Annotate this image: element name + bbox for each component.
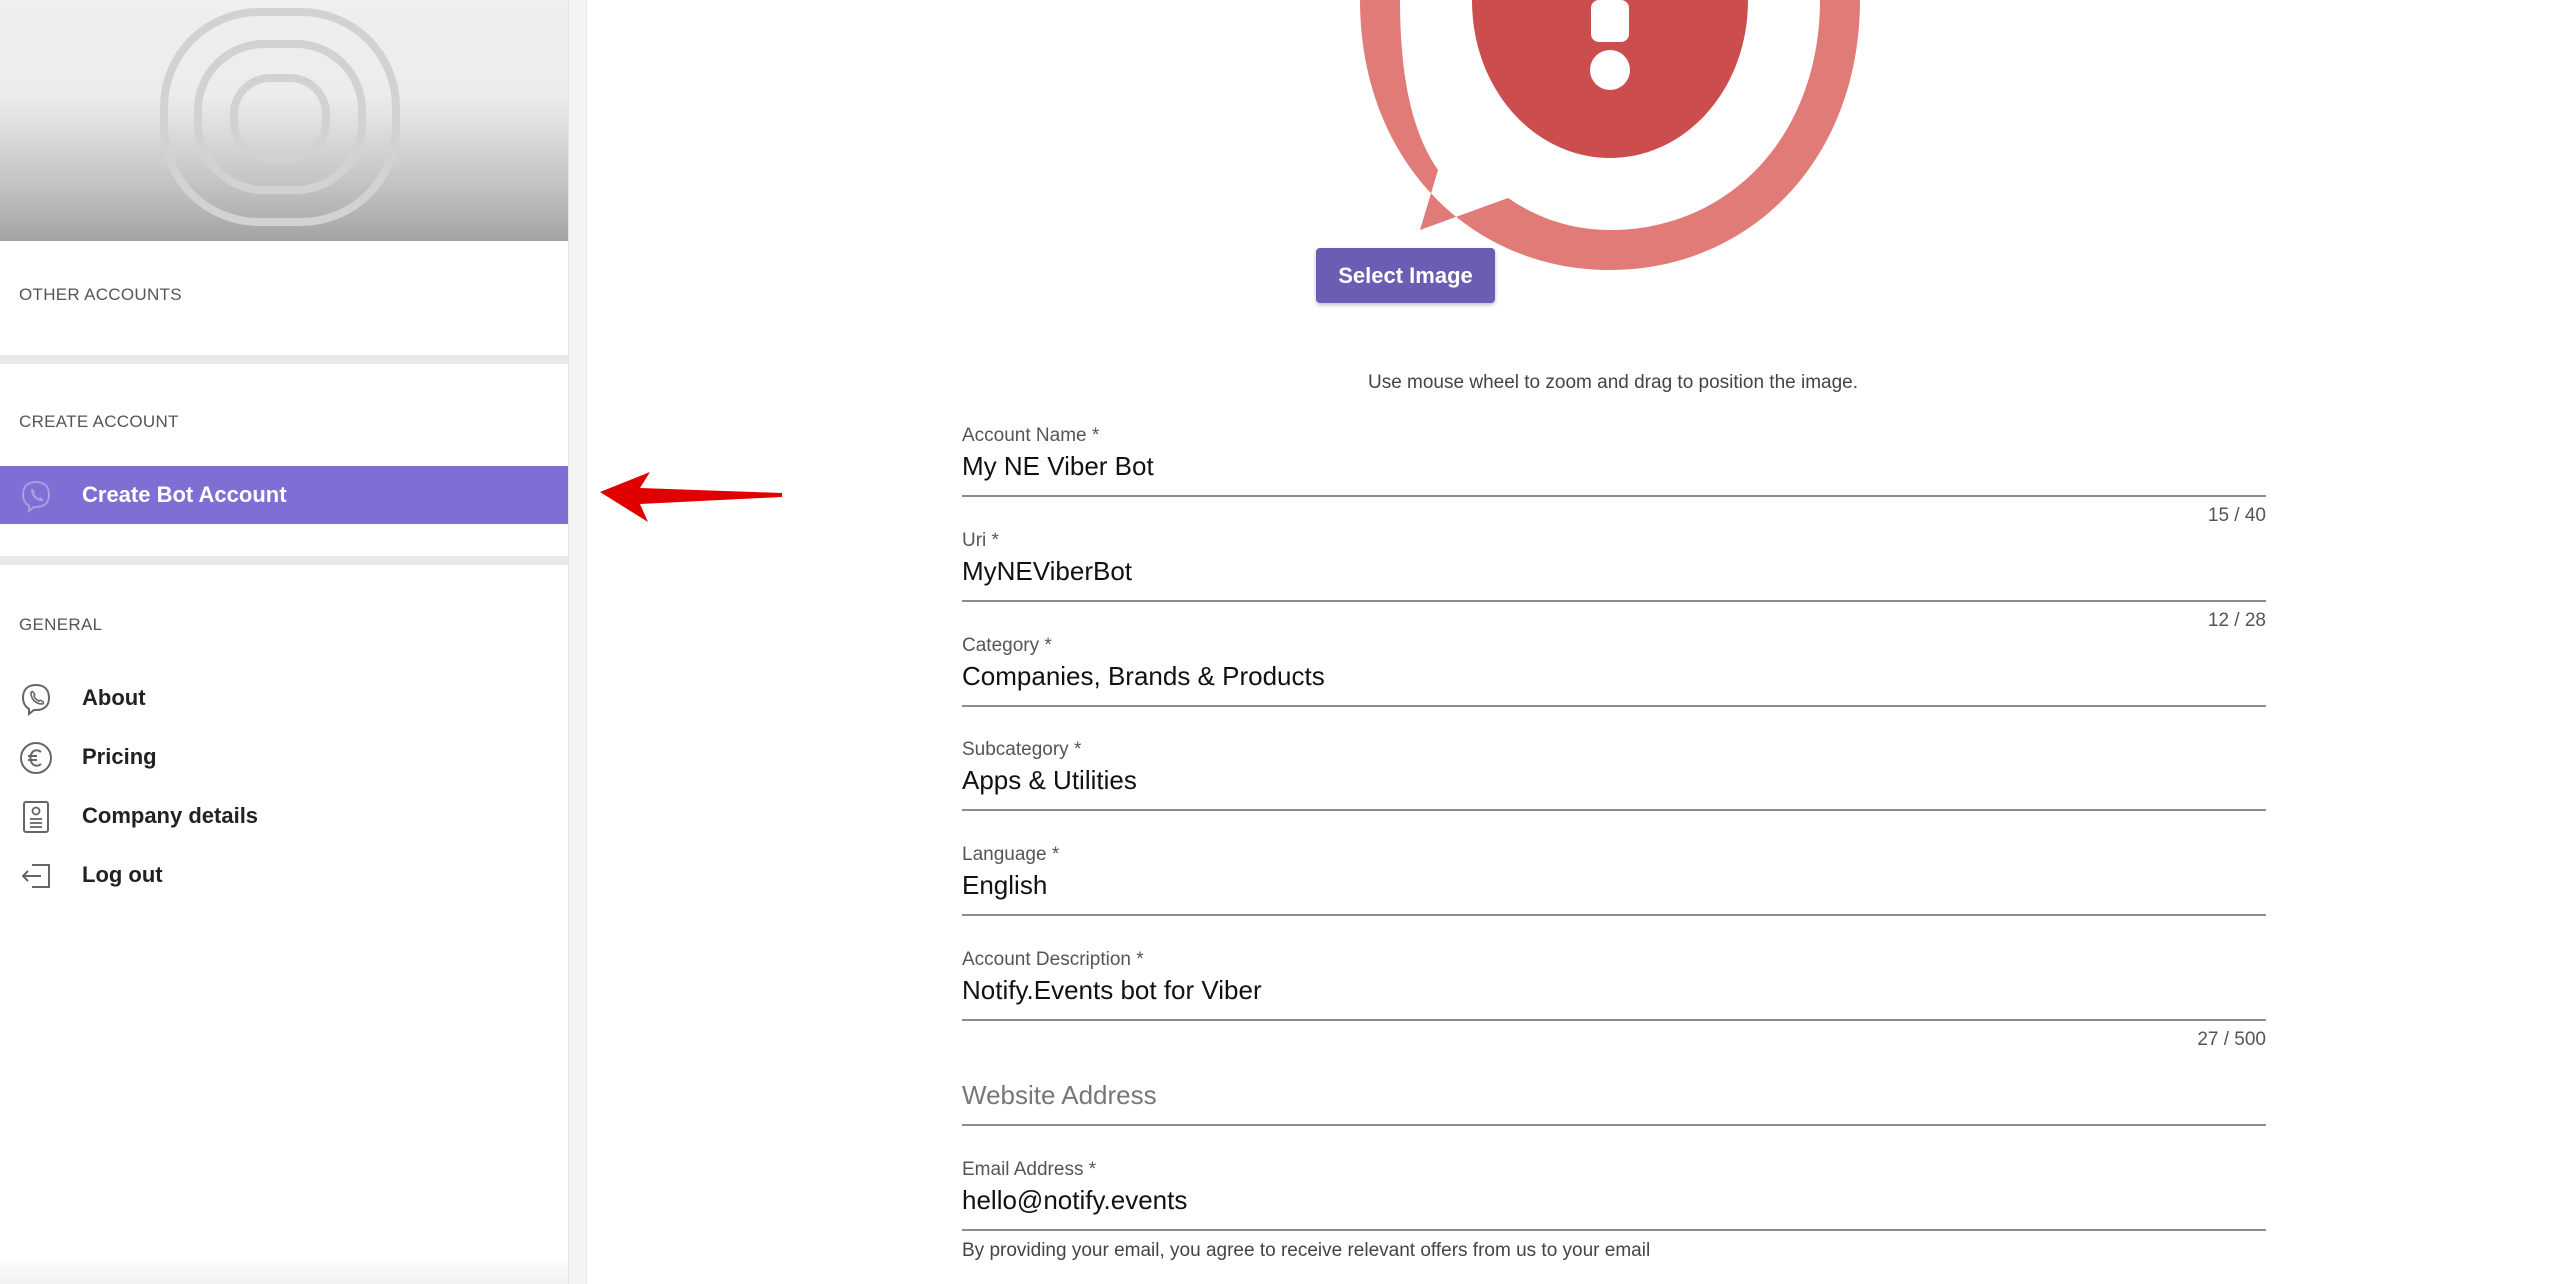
profile-banner [0, 0, 568, 241]
viber-phone-icon [19, 479, 53, 514]
select-image-button[interactable]: Select Image [1316, 248, 1495, 303]
field-underline [962, 1124, 2266, 1126]
category-label: Category * [962, 635, 1052, 656]
account-description-counter: 27 / 500 [2197, 1029, 2266, 1050]
language-label: Language * [962, 844, 1060, 865]
sidebar-item-company-details[interactable]: Company details [0, 787, 568, 845]
section-separator [0, 556, 568, 565]
sidebar-item-log-out[interactable]: Log out [0, 846, 568, 904]
email-consent-text: By providing your email, you agree to re… [962, 1240, 1651, 1261]
field-underline [962, 1019, 2266, 1021]
sidebar-item-pricing[interactable]: Pricing [0, 728, 568, 786]
viber-logo-placeholder-icon [160, 8, 400, 226]
viber-phone-icon [19, 682, 53, 717]
red-pointer-arrow-icon [600, 472, 782, 522]
field-underline [962, 705, 2266, 707]
uri-label: Uri * [962, 530, 999, 551]
account-name-input[interactable]: My NE Viber Bot [962, 451, 2266, 482]
alert-avatar-image[interactable] [1350, 0, 1870, 280]
sidebar-item-create-bot-account[interactable]: Create Bot Account [0, 466, 568, 524]
account-name-counter: 15 / 40 [2207, 505, 2266, 526]
subcategory-select[interactable]: Apps & Utilities [962, 765, 2266, 796]
account-description-input[interactable]: Notify.Events bot for Viber [962, 975, 2266, 1006]
field-underline [962, 809, 2266, 811]
create-account-label: CREATE ACCOUNT [19, 412, 179, 431]
sidebar-item-about[interactable]: About [0, 669, 568, 727]
pricing-label: Pricing [82, 744, 157, 769]
sidebar-bottom-fade [0, 1256, 568, 1284]
company-document-icon [19, 800, 53, 834]
create-bot-account-label: Create Bot Account [82, 482, 287, 507]
email-address-input[interactable]: hello@notify.events [962, 1185, 2266, 1216]
euro-icon [19, 741, 53, 775]
language-select[interactable]: English [962, 870, 2266, 901]
account-description-label: Account Description * [962, 949, 1144, 970]
sidebar: OTHER ACCOUNTS CREATE ACCOUNT Create Bot… [0, 0, 568, 1284]
company-details-label: Company details [82, 803, 259, 828]
section-separator [0, 355, 568, 364]
other-accounts-label: OTHER ACCOUNTS [19, 285, 182, 304]
account-name-label: Account Name * [962, 425, 1100, 446]
general-label: GENERAL [19, 615, 103, 634]
sidebar-divider[interactable] [568, 0, 587, 1284]
uri-counter: 12 / 28 [2207, 610, 2266, 631]
email-address-label: Email Address * [962, 1159, 1097, 1180]
logout-icon [19, 859, 53, 893]
image-hint-text: Use mouse wheel to zoom and drag to posi… [1367, 372, 1859, 393]
subcategory-label: Subcategory * [962, 739, 1082, 760]
log-out-label: Log out [82, 862, 163, 887]
uri-input[interactable]: MyNEViberBot [962, 556, 2266, 587]
field-underline [962, 1229, 2266, 1231]
website-address-input[interactable]: Website Address [962, 1080, 2266, 1111]
field-underline [962, 600, 2266, 602]
category-select[interactable]: Companies, Brands & Products [962, 661, 2266, 692]
field-underline [962, 914, 2266, 916]
about-label: About [82, 685, 146, 710]
field-underline [962, 495, 2266, 497]
